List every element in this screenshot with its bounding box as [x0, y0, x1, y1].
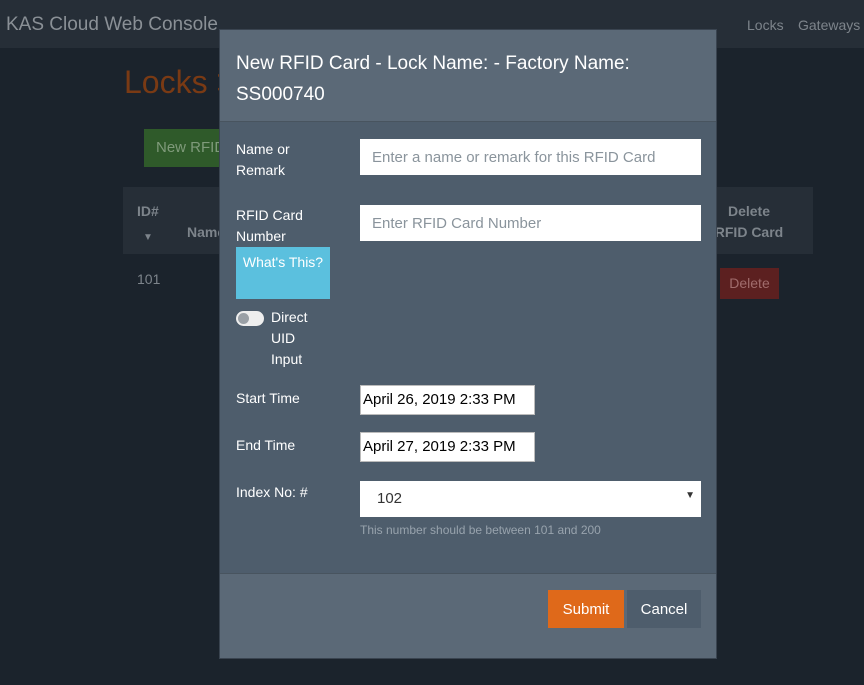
index-label: Index No: #	[236, 484, 308, 500]
new-rfid-button[interactable]: New RFID	[144, 129, 224, 167]
start-label: Start Time	[236, 390, 300, 406]
caret-down-icon[interactable]: ▼	[143, 227, 153, 248]
submit-button[interactable]: Submit	[548, 590, 624, 628]
index-select[interactable]: 102 ▼	[360, 481, 701, 517]
direct-uid-toggle[interactable]	[236, 311, 264, 326]
nav-gateways[interactable]: Gateways	[798, 17, 860, 33]
start-time-input[interactable]: April 26, 2019 2:33 PM	[360, 385, 535, 415]
name-input[interactable]	[360, 139, 701, 175]
end-label: End Time	[236, 437, 296, 453]
rfid-label: RFID Card Number	[236, 207, 303, 244]
whats-this-button[interactable]: What's This?	[236, 247, 330, 299]
header-id[interactable]: ID#	[137, 201, 159, 222]
header-delete: Delete RFID Card	[714, 203, 784, 240]
modal-footer: Submit Cancel	[220, 573, 716, 658]
end-time-input[interactable]: April 27, 2019 2:33 PM	[360, 432, 535, 462]
new-rfid-modal: New RFID Card - Lock Name: - Factory Nam…	[219, 29, 717, 659]
modal-title: New RFID Card - Lock Name: - Factory Nam…	[220, 30, 716, 122]
brand[interactable]: KAS Cloud Web Console	[6, 14, 218, 36]
index-value: 102	[377, 490, 403, 507]
rfid-input[interactable]	[360, 205, 701, 241]
nav-locks[interactable]: Locks	[747, 17, 784, 33]
caret-down-icon: ▼	[685, 490, 695, 501]
delete-button[interactable]: Delete	[720, 268, 779, 299]
row-id: 101	[137, 271, 161, 287]
cancel-button[interactable]: Cancel	[627, 590, 701, 628]
direct-uid-label: Direct UID Input	[271, 309, 308, 367]
name-label: Name or Remark	[236, 141, 290, 178]
index-help: This number should be between 101 and 20…	[360, 523, 601, 537]
